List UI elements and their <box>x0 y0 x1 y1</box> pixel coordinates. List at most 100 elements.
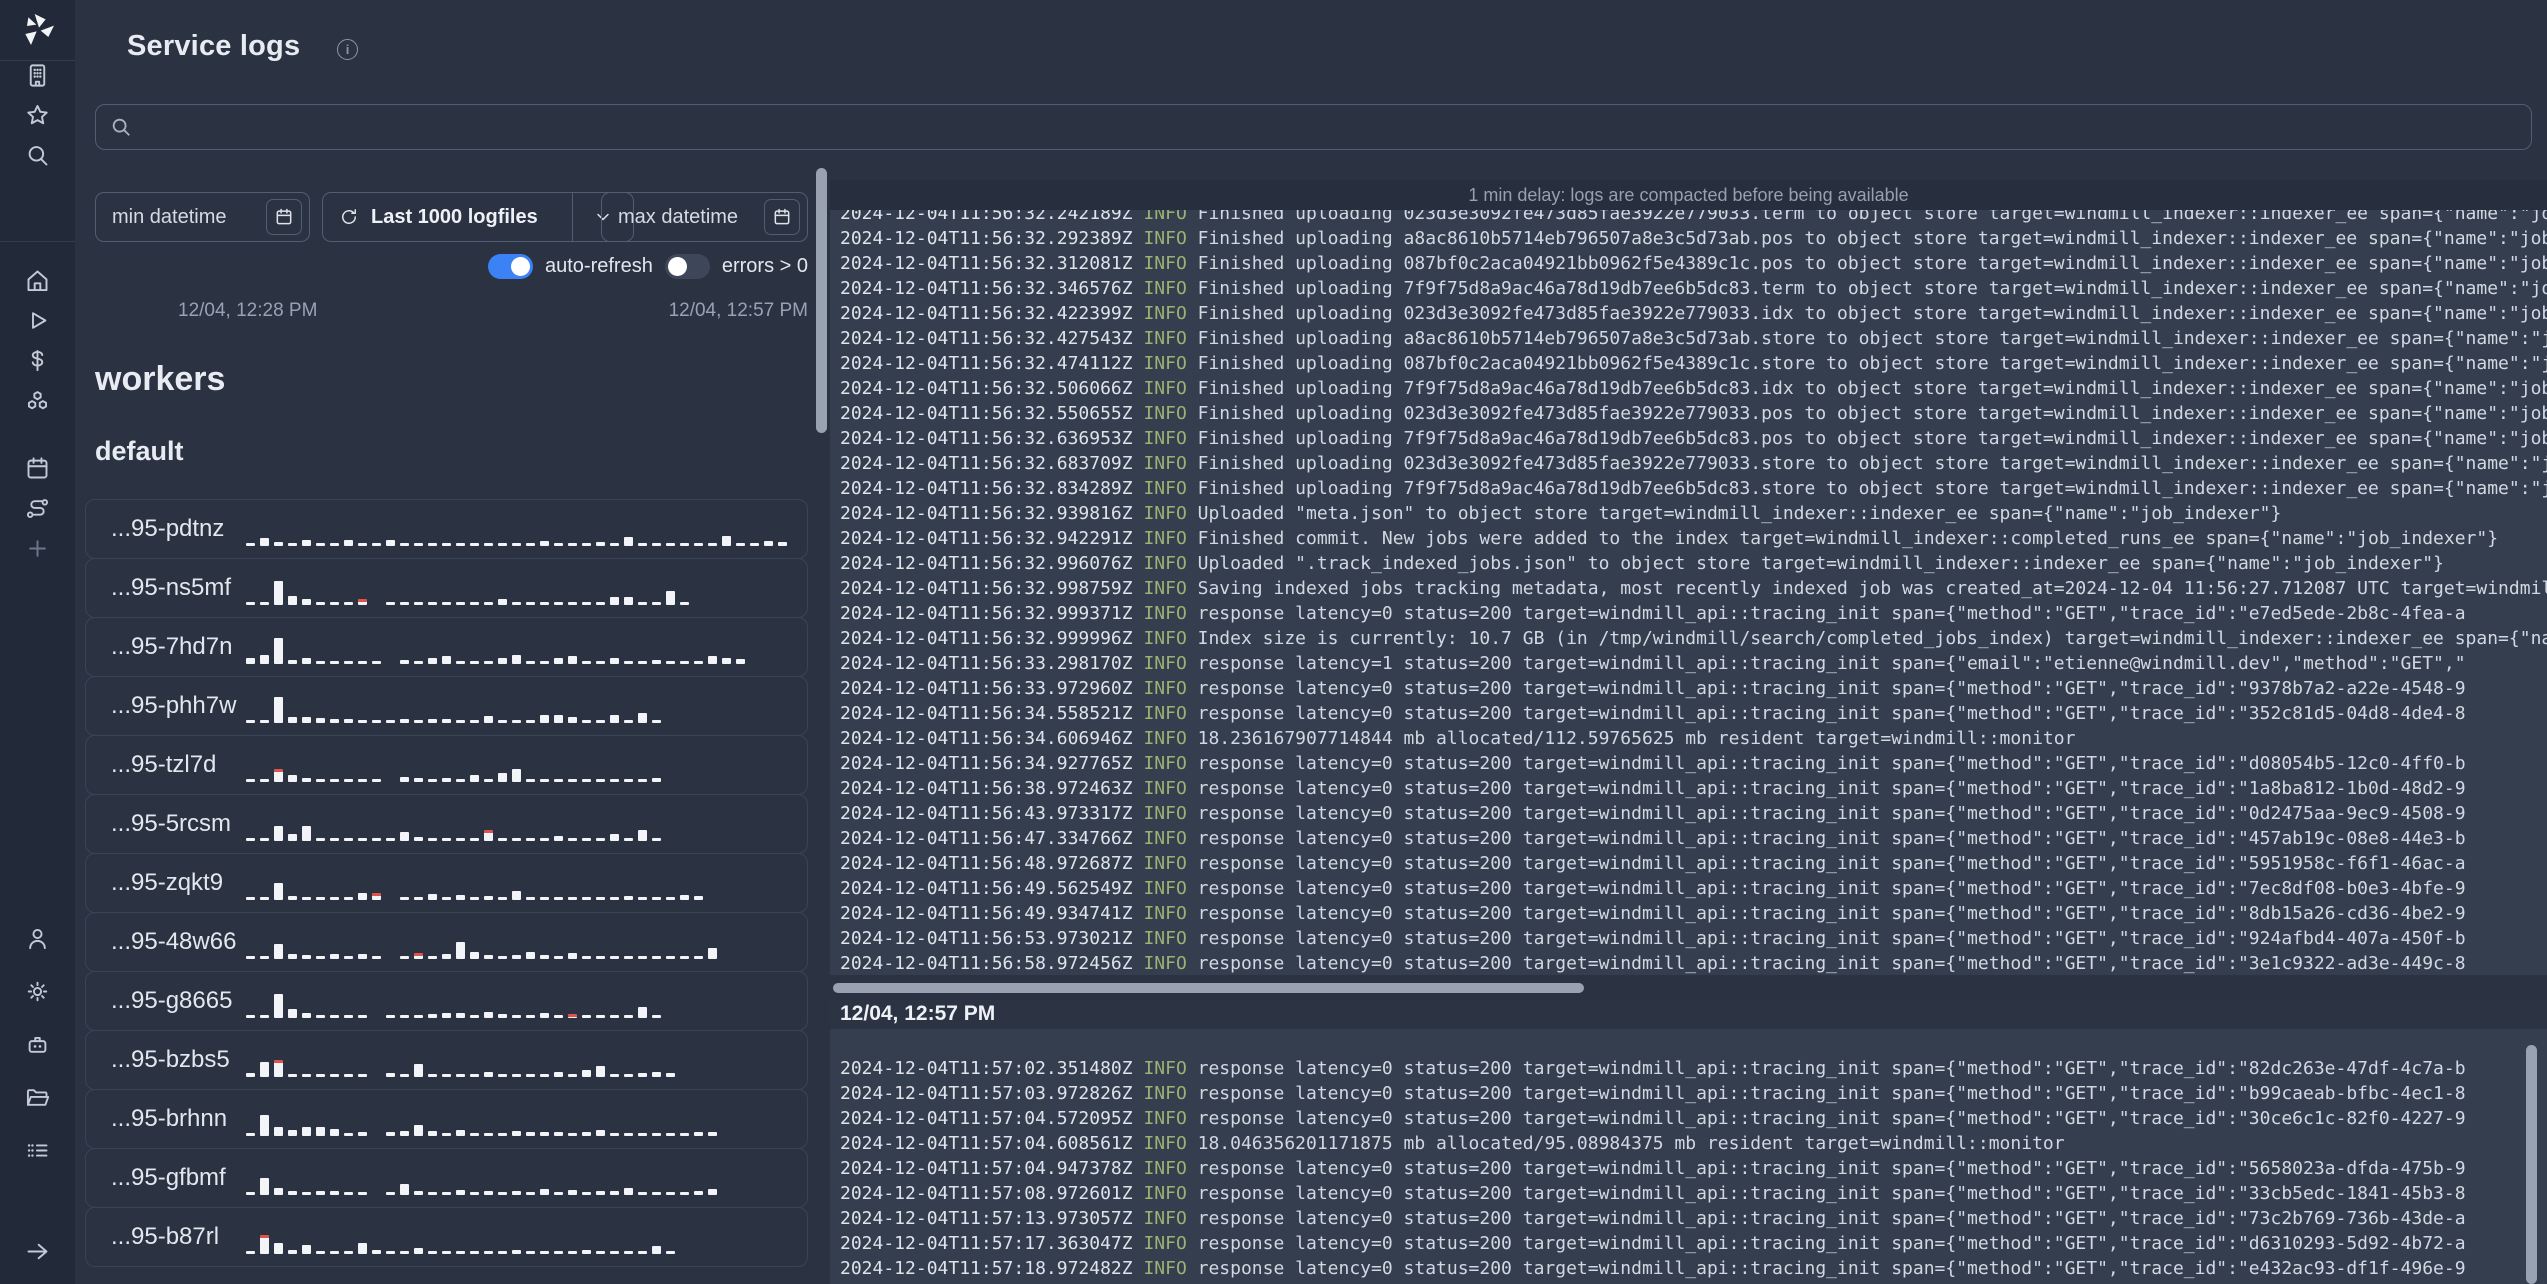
activity-bar <box>316 1127 325 1136</box>
activity-bar <box>526 779 535 782</box>
log-horizontal-scrollbar[interactable] <box>833 983 1584 993</box>
log-vertical-scrollbar[interactable] <box>816 168 827 433</box>
activity-bar <box>624 597 633 605</box>
activity-bar <box>386 602 395 605</box>
activity-bar <box>260 1115 269 1136</box>
sidebar-item-plus-icon[interactable] <box>0 528 75 568</box>
activity-bar <box>582 1070 591 1077</box>
sidebar-item-route-icon[interactable] <box>0 488 75 528</box>
log-level-badge: INFO <box>1143 1083 1198 1104</box>
activity-bar <box>302 599 311 605</box>
sidebar-item-home-icon[interactable] <box>0 260 75 300</box>
worker-row[interactable]: ...95-brhnn <box>85 1089 808 1149</box>
log-level-badge: INFO <box>1143 1183 1198 1204</box>
windmill-logo[interactable] <box>18 10 58 52</box>
max-datetime-field[interactable]: max datetime <box>601 192 808 242</box>
worker-activity-sparkline <box>246 632 745 664</box>
activity-bar <box>302 897 311 900</box>
sidebar-item-star-icon[interactable] <box>0 96 75 135</box>
date-range-row: 12/04, 12:28 PM 12/04, 12:57 PM <box>95 300 808 322</box>
log2-vertical-scrollbar[interactable] <box>2526 1045 2537 1284</box>
worker-activity-sparkline <box>246 809 661 841</box>
logfiles-dropdown-button[interactable]: Last 1000 logfiles <box>322 192 634 242</box>
activity-bar <box>288 717 297 723</box>
activity-bar <box>484 896 493 900</box>
worker-row[interactable]: ...95-bzbs5 <box>85 1030 808 1090</box>
activity-bar <box>316 897 325 900</box>
activity-bar <box>736 659 745 664</box>
collapse-arrow-icon[interactable] <box>0 1232 75 1270</box>
logfiles-button-label: Last 1000 logfiles <box>371 205 538 228</box>
activity-bar <box>638 661 647 664</box>
activity-bar <box>414 1015 423 1018</box>
activity-bar <box>316 1074 325 1077</box>
activity-bar <box>386 956 395 959</box>
worker-row[interactable]: ...95-ns5mf <box>85 558 808 618</box>
log-timestamp: 2024-12-04T11:56:32.292389Z <box>840 228 1144 249</box>
activity-bar <box>246 897 255 900</box>
log-timestamp: 2024-12-04T11:56:32.422399Z <box>840 303 1144 324</box>
activity-bar <box>512 602 521 605</box>
search-input[interactable] <box>142 115 2442 139</box>
sidebar-item-user-icon[interactable] <box>0 912 75 965</box>
activity-bar <box>540 1132 549 1136</box>
worker-name: ...95-phh7w <box>111 692 237 719</box>
worker-row[interactable]: ...95-7hd7n <box>85 617 808 677</box>
worker-group-name: default <box>95 436 184 466</box>
activity-bar <box>414 602 423 605</box>
calendar-icon[interactable] <box>266 199 302 235</box>
sidebar-item-calendar-icon[interactable] <box>0 448 75 488</box>
activity-bar <box>624 720 633 723</box>
activity-bar <box>428 658 437 664</box>
worker-row[interactable]: ...95-pdtnz <box>85 499 808 559</box>
sidebar-item-cubes-icon[interactable] <box>0 380 75 420</box>
worker-row[interactable]: ...95-zqkt9 <box>85 853 808 913</box>
activity-bar <box>400 543 409 546</box>
log-timestamp: 2024-12-04T11:56:32.346576Z <box>840 278 1144 299</box>
sidebar-item-folder-icon[interactable] <box>0 1071 75 1124</box>
info-icon[interactable]: i <box>337 39 358 60</box>
worker-row[interactable]: ...95-phh7w <box>85 676 808 736</box>
worker-activity-sparkline <box>246 986 661 1018</box>
activity-bar <box>330 1074 339 1077</box>
activity-bar <box>666 543 675 546</box>
sidebar-item-dollar-icon[interactable] <box>0 340 75 380</box>
sidebar-item-list-icon[interactable] <box>0 1124 75 1177</box>
sidebar-item-search-icon[interactable] <box>0 136 75 175</box>
log-message: response latency=0 status=200 target=win… <box>1197 1208 2466 1229</box>
errors-toggle[interactable] <box>664 253 710 279</box>
sidebar-item-gear-icon[interactable] <box>0 965 75 1018</box>
worker-row[interactable]: ...95-5rcsm <box>85 794 808 854</box>
activity-bar <box>624 1015 633 1018</box>
activity-bar <box>442 954 451 959</box>
sidebar-item-robot-icon[interactable] <box>0 1018 75 1071</box>
min-datetime-field[interactable]: min datetime <box>95 192 310 242</box>
log-level-badge: INFO <box>1143 328 1198 349</box>
activity-bar <box>428 956 437 959</box>
sidebar-item-building-icon[interactable] <box>0 56 75 95</box>
activity-bar <box>400 602 409 605</box>
activity-bar <box>358 1132 367 1136</box>
log-timestamp: 2024-12-04T11:56:47.334766Z <box>840 828 1144 849</box>
worker-row[interactable]: ...95-48w66 <box>85 912 808 972</box>
max-datetime-label: max datetime <box>618 205 739 228</box>
activity-bar <box>358 1192 367 1195</box>
activity-bar <box>386 1073 395 1077</box>
worker-row[interactable]: ...95-g8665 <box>85 971 808 1031</box>
calendar-icon[interactable] <box>764 199 800 235</box>
log-line: 2024-12-04T11:57:17.363047Z INFO respons… <box>840 1231 2547 1256</box>
activity-bar <box>610 779 619 782</box>
activity-bar <box>400 719 409 723</box>
worker-row[interactable]: ...95-b87rl <box>85 1207 808 1267</box>
auto-refresh-toggle[interactable] <box>488 253 533 279</box>
worker-row[interactable]: ...95-gfbmf <box>85 1148 808 1208</box>
activity-bar <box>582 1250 591 1254</box>
log-level-badge: INFO <box>1143 378 1198 399</box>
sidebar-item-play-icon[interactable] <box>0 300 75 340</box>
activity-bar <box>288 1009 297 1018</box>
activity-bar <box>246 602 255 605</box>
activity-bar <box>512 1074 521 1077</box>
worker-activity-sparkline <box>246 691 661 723</box>
worker-row[interactable]: ...95-tzl7d <box>85 735 808 795</box>
search-box[interactable] <box>95 104 2532 150</box>
